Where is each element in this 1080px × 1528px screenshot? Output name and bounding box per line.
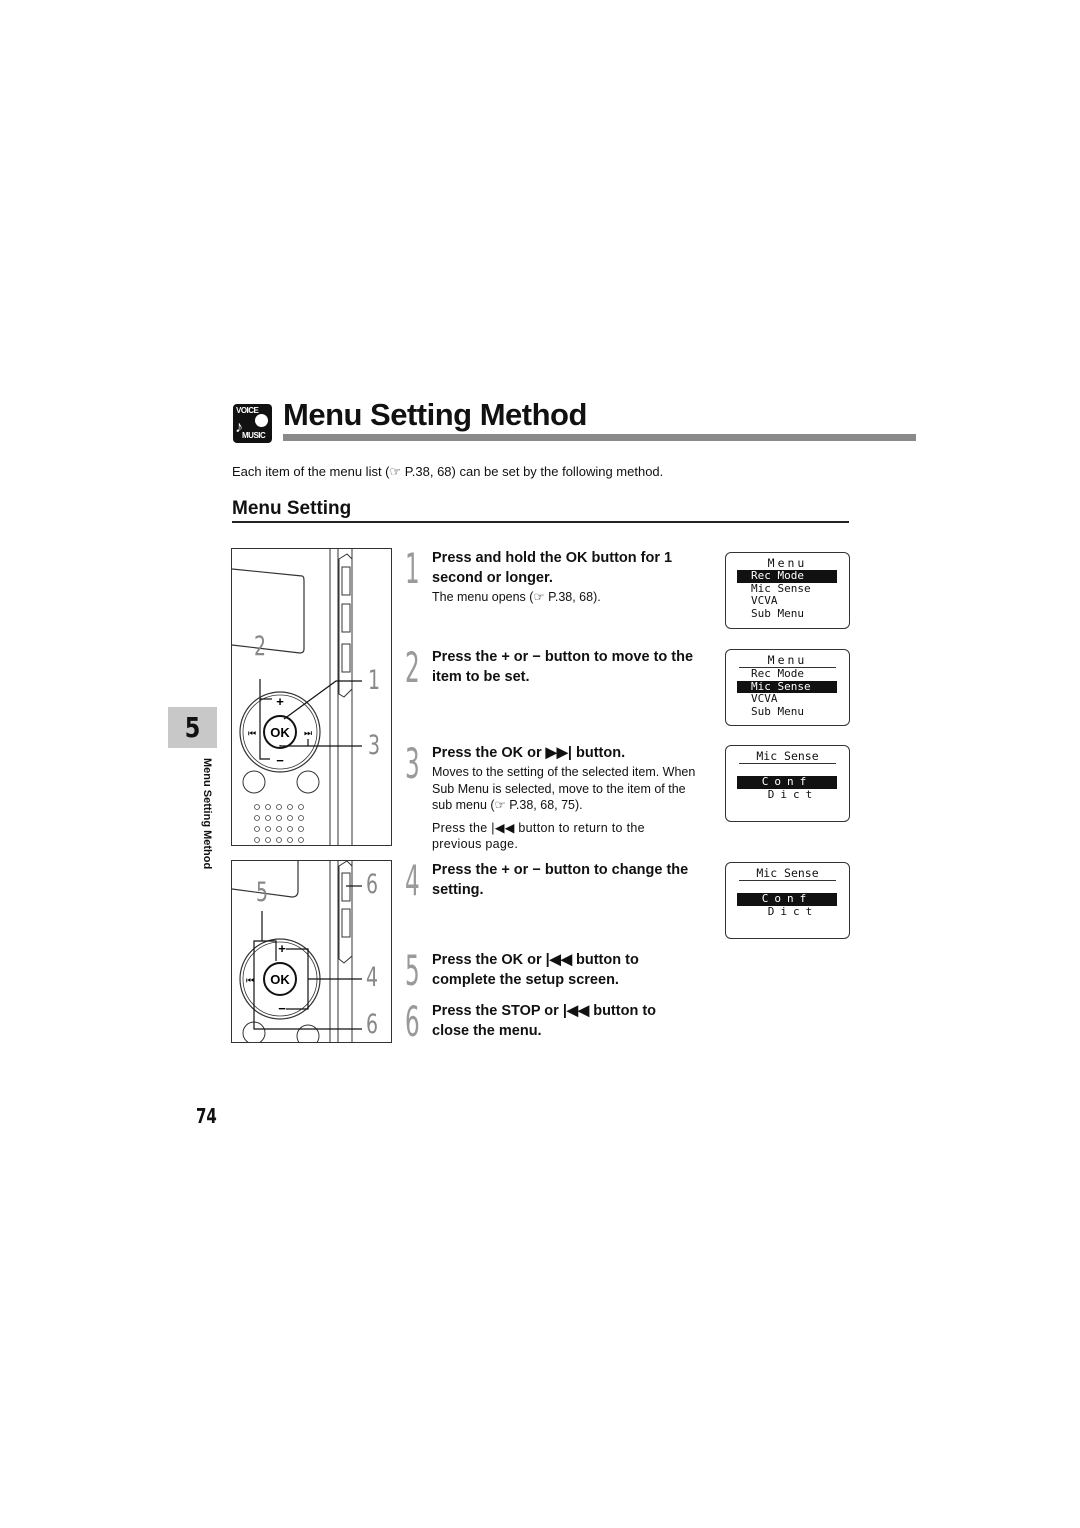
step-2: 2 Press the + or − button to move to the… <box>405 643 697 692</box>
page-title: Menu Setting Method <box>283 397 587 432</box>
step-number: 6 <box>405 997 420 1046</box>
chapter-tab: 5 <box>168 707 217 748</box>
svg-text:OK: OK <box>270 972 290 987</box>
lcd-option: Dict <box>767 787 819 801</box>
svg-text:−: − <box>276 753 284 768</box>
lcd-screen-4: Mic Sense Conf Dict <box>725 862 850 939</box>
voice-music-icon: VOICE ♪ MUSIC <box>233 404 272 443</box>
lcd-menu-item: Rec Mode <box>751 667 804 680</box>
lcd-menu-item: VCVA <box>751 594 778 607</box>
step-1: 1 Press and hold the OK button for 1 sec… <box>405 548 697 606</box>
svg-text:−: − <box>278 1001 286 1016</box>
lcd-menu-item: Sub Menu <box>751 606 804 620</box>
callout-4: 4 <box>366 962 379 993</box>
device-illustration-top: OK + − ⏮ ⏭ 2 1 3 <box>231 548 392 846</box>
step-number: 5 <box>405 946 420 995</box>
lcd-title: Mic Sense <box>756 749 819 763</box>
lcd-screen-1: Menu Rec Mode Mic Sense VCVA Sub Menu <box>725 552 850 629</box>
page-number: 74 <box>196 1104 217 1128</box>
lcd-menu-item: Sub Menu <box>751 704 804 718</box>
callout-3: 3 <box>368 730 381 761</box>
step-number: 2 <box>405 643 420 692</box>
chapter-number: 5 <box>184 711 201 744</box>
svg-text:+: + <box>278 941 286 956</box>
lcd-menu-item: VCVA <box>751 692 778 705</box>
svg-text:⏮: ⏮ <box>248 729 256 739</box>
step-note: Moves to the setting of the selected ite… <box>432 765 696 812</box>
svg-text:+: + <box>276 694 284 709</box>
callout-5: 5 <box>256 877 269 908</box>
intro-text: Each item of the menu list (☞ P.38, 68) … <box>232 464 664 479</box>
icon-voice-label: VOICE <box>236 406 259 415</box>
svg-text:⏮: ⏮ <box>246 976 254 986</box>
step-instruction: Press the OK or |◀◀ button to complete t… <box>432 952 639 988</box>
chapter-side-label: Menu Setting Method <box>201 758 213 870</box>
speaker-head-shape <box>255 414 268 427</box>
step-6: 6 Press the STOP or |◀◀ button to close … <box>405 997 697 1046</box>
step-instruction: Press the OK or ▶▶| button. <box>432 745 626 761</box>
callout-6-top: 6 <box>366 869 379 900</box>
section-rule <box>232 521 849 523</box>
lcd-menu-item-selected: Rec Mode <box>737 569 837 583</box>
lcd-option-selected: Conf <box>737 892 837 906</box>
step-number: 4 <box>405 856 420 905</box>
step-instruction: Press and hold the OK button for 1 secon… <box>432 550 673 586</box>
step-number: 3 <box>405 739 420 788</box>
section-heading: Menu Setting <box>232 498 352 519</box>
lcd-screen-2: Menu Rec Mode Mic Sense VCVA Sub Menu <box>725 649 850 726</box>
callout-2: 2 <box>254 631 267 662</box>
lcd-title: Menu <box>767 556 808 570</box>
svg-text:⏭: ⏭ <box>304 729 312 739</box>
step-5: 5 Press the OK or |◀◀ button to complete… <box>405 946 697 995</box>
step-4: 4 Press the + or − button to change the … <box>405 856 697 905</box>
step-note: The menu opens (☞ P.38, 68). <box>432 590 601 604</box>
step-instruction: Press the + or − button to move to the i… <box>432 649 694 685</box>
lcd-option: Dict <box>767 904 819 918</box>
step-instruction: Press the STOP or |◀◀ button to close th… <box>432 1003 657 1039</box>
step-note-secondary: Press the |◀◀ button to return to the pr… <box>432 820 645 852</box>
step-3: 3 Press the OK or ▶▶| button. Moves to t… <box>405 743 697 853</box>
lcd-screen-3: Mic Sense Conf Dict <box>725 745 850 822</box>
callout-6-bottom: 6 <box>366 1009 379 1040</box>
device-illustration-bottom: OK + − ⏮ 5 6 4 6 <box>231 860 392 1043</box>
icon-music-label: MUSIC <box>242 431 266 440</box>
step-instruction: Press the + or − button to change the se… <box>432 862 689 898</box>
ok-button-label: OK <box>270 725 290 740</box>
lcd-option-selected: Conf <box>737 775 837 789</box>
title-underline-bar <box>283 434 916 441</box>
lcd-title: Mic Sense <box>756 866 819 880</box>
step-number: 1 <box>405 544 420 593</box>
recorder-drawing: OK + − ⏮ ⏭ <box>232 549 362 845</box>
callout-1: 1 <box>368 665 381 696</box>
lcd-title: Menu <box>767 653 808 667</box>
